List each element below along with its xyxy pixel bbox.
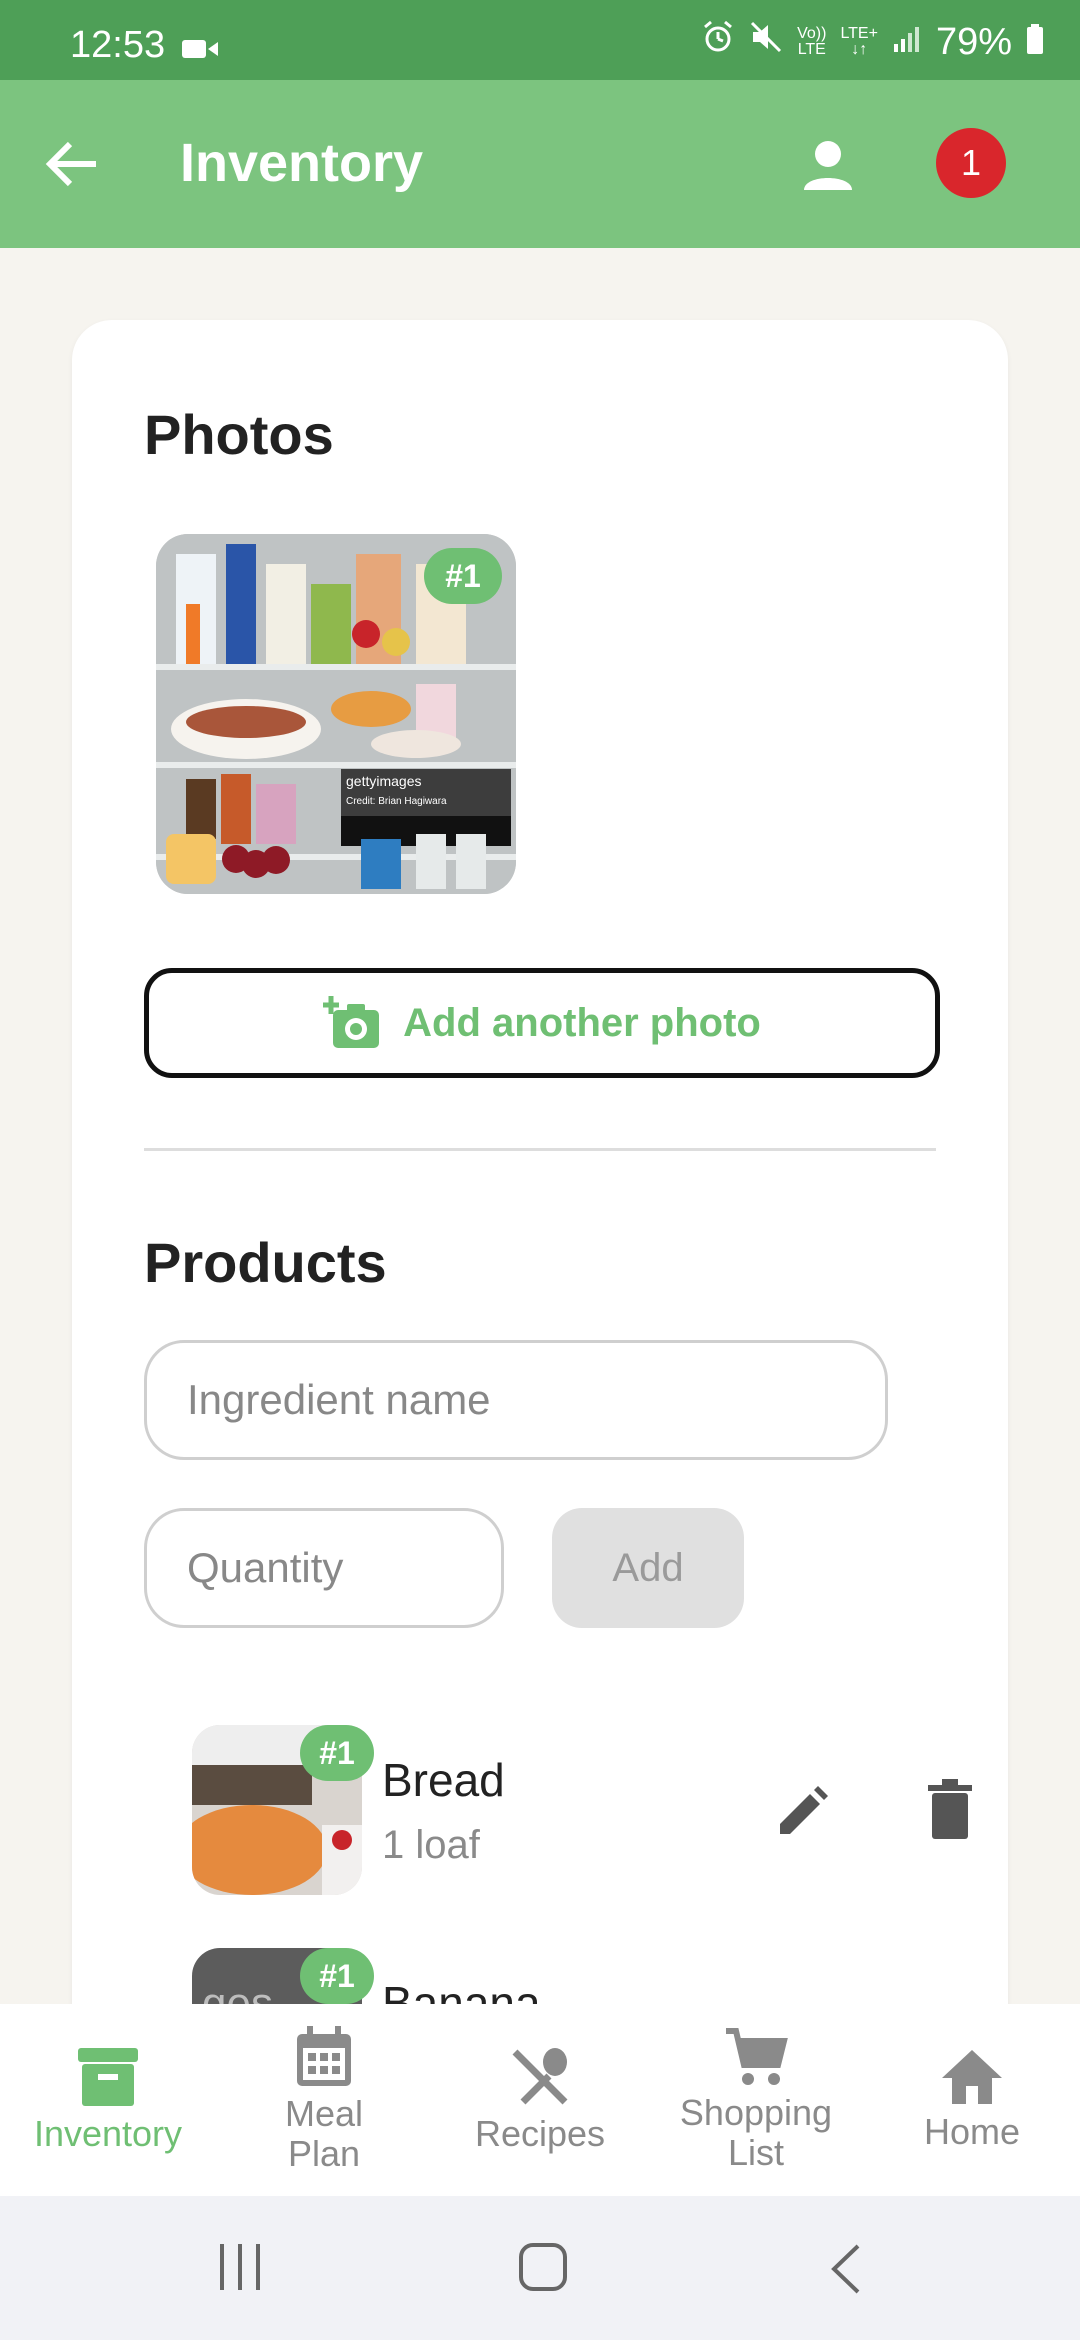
- inventory-card: Photos gettyimages Credit: Brian Hagiwar…: [72, 320, 1008, 2080]
- recent-apps-icon[interactable]: [216, 2242, 266, 2292]
- nav-recipes-label: Recipes: [474, 2113, 606, 2154]
- lte-bottom: ↓↑: [851, 41, 868, 58]
- product-tag: #1: [300, 1725, 374, 1781]
- nav-shopping-label-1: Shopping: [679, 2092, 833, 2133]
- app-bar: Inventory 1: [0, 80, 1080, 248]
- nav-shopping-list[interactable]: Shopping List: [648, 2004, 864, 2196]
- nav-recipes[interactable]: Recipes: [432, 2004, 648, 2196]
- nav-inventory-label: Inventory: [33, 2113, 183, 2154]
- photos-heading: Photos: [144, 403, 334, 466]
- add-photo-label: Add another photo: [403, 1000, 761, 1045]
- nav-home-label: Home: [923, 2111, 1021, 2152]
- lte-top: LTE+: [840, 25, 878, 42]
- back-arrow-icon[interactable]: [40, 132, 104, 196]
- edit-icon[interactable]: [772, 1780, 832, 1840]
- photo-tag: #1: [424, 548, 502, 604]
- ingredient-name-input[interactable]: Ingredient name: [144, 1340, 888, 1460]
- volte-indicator: Vo)) LTE: [797, 26, 826, 58]
- video-call-icon: [182, 38, 218, 65]
- product-name: Bread: [382, 1754, 505, 1806]
- add-product-button[interactable]: Add: [552, 1508, 744, 1628]
- calendar-icon: [297, 2026, 351, 2086]
- alarm-icon: [701, 20, 735, 64]
- home-icon: [942, 2050, 1002, 2104]
- utensils-icon: [512, 2048, 568, 2105]
- nav-meal-label-2: Plan: [287, 2133, 361, 2174]
- status-bar: 12:53 Vo)) LTE LTE+ ↓↑ 79%: [0, 0, 1080, 80]
- product-tag: #1: [300, 1948, 374, 2004]
- nav-meal-plan[interactable]: Meal Plan: [216, 2004, 432, 2196]
- notifications-button[interactable]: 1: [936, 128, 1012, 204]
- status-icons: Vo)) LTE LTE+ ↓↑ 79%: [701, 20, 1044, 64]
- nav-home[interactable]: Home: [864, 2004, 1080, 2196]
- section-divider: [144, 1148, 936, 1151]
- nav-meal-label-1: Meal: [284, 2093, 364, 2134]
- signal-icon: [892, 21, 922, 64]
- quantity-placeholder: Quantity: [187, 1544, 344, 1591]
- profile-icon[interactable]: [796, 134, 860, 198]
- mute-icon: [749, 20, 783, 64]
- product-row-bread[interactable]: #1 Bread 1 loaf: [192, 1725, 972, 1895]
- archive-icon: [78, 2048, 138, 2106]
- ingredient-placeholder: Ingredient name: [187, 1376, 491, 1423]
- add-photo-icon: [323, 996, 380, 1048]
- products-heading: Products: [144, 1231, 387, 1294]
- fridge-photo[interactable]: gettyimages Credit: Brian Hagiwara #1: [156, 534, 516, 894]
- nav-shopping-label-2: List: [727, 2132, 785, 2173]
- volte-bottom: LTE: [797, 41, 826, 58]
- delete-icon[interactable]: [920, 1777, 980, 1841]
- photo-credit: Credit: Brian Hagiwara: [346, 796, 447, 807]
- product-quantity: 1 loaf: [382, 1823, 480, 1867]
- add-photo-button[interactable]: Add another photo: [144, 968, 940, 1078]
- lte-indicator: LTE+ ↓↑: [840, 26, 878, 58]
- home-button-icon[interactable]: [518, 2242, 568, 2292]
- page-title: Inventory: [180, 133, 424, 193]
- status-time: 12:53: [70, 24, 166, 66]
- quantity-input[interactable]: Quantity: [144, 1508, 504, 1628]
- notification-badge: 1: [936, 128, 1006, 198]
- volte-top: Vo)): [797, 25, 827, 42]
- battery-percent: 79%: [935, 20, 1012, 63]
- battery-icon: [1026, 21, 1044, 64]
- cart-icon: [726, 2028, 788, 2085]
- system-back-icon[interactable]: [826, 2242, 866, 2296]
- nav-inventory[interactable]: Inventory: [0, 2004, 216, 2196]
- bottom-navigation: Inventory Meal Plan Recipes Shopping Lis…: [0, 2004, 1080, 2196]
- photo-watermark: gettyimages: [346, 773, 421, 789]
- system-navigation-bar: [0, 2196, 1080, 2340]
